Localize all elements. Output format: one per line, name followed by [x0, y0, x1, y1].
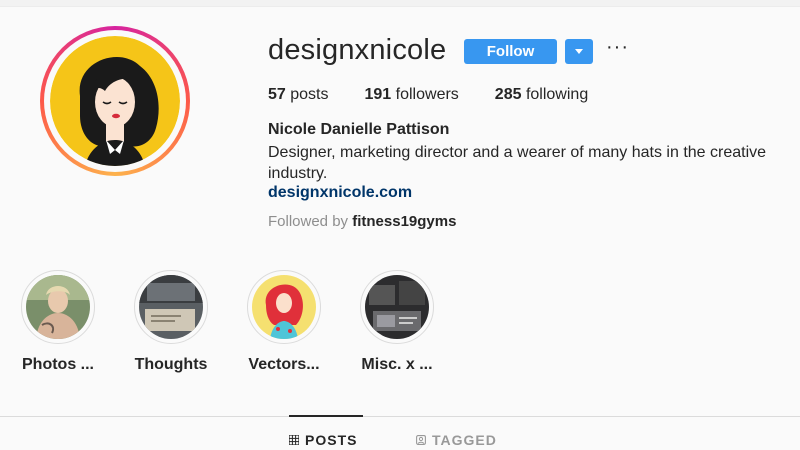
highlight-label: Vectors...: [248, 356, 320, 373]
profile-bio: Designer, marketing director and a weare…: [268, 144, 767, 182]
tab-divider: [0, 416, 800, 417]
following-stat[interactable]: 285 following: [495, 86, 588, 104]
follow-button[interactable]: Follow: [464, 39, 557, 64]
profile-avatar[interactable]: [40, 26, 190, 176]
highlight-label: Thoughts: [134, 356, 208, 373]
highlight-misc[interactable]: Misc. x ...: [342, 270, 452, 374]
followed-by: Followed by fitness19gyms: [268, 213, 456, 230]
followers-stat[interactable]: 191 followers: [365, 86, 459, 104]
tab-posts-label: POSTS: [305, 432, 358, 448]
posts-stat: 57 posts: [268, 86, 329, 104]
highlight-label: Photos ...: [22, 356, 94, 373]
followed-by-user[interactable]: fitness19gyms: [352, 213, 456, 230]
highlight-label: Misc. x ...: [361, 356, 433, 373]
profile-website-link[interactable]: designxnicole.com: [268, 184, 412, 202]
highlight-misc-thumbnail: [365, 275, 429, 339]
profile-full-name: Nicole Danielle Pattison: [268, 121, 450, 138]
tagged-person-icon: [416, 435, 426, 445]
avatar-illustration: [50, 36, 180, 166]
highlight-photos[interactable]: Photos ...: [3, 270, 113, 374]
posts-count: 57: [268, 86, 286, 103]
following-count: 285: [494, 86, 522, 103]
suggested-accounts-dropdown-button[interactable]: [565, 39, 593, 64]
tab-tagged-label: TAGGED: [432, 432, 497, 448]
following-label: following: [525, 86, 589, 103]
highlight-thoughts-thumbnail: [139, 275, 203, 339]
followers-label: followers: [395, 86, 459, 103]
posts-label: posts: [290, 86, 329, 103]
top-border: [0, 0, 800, 7]
profile-username: designxnicole: [268, 34, 447, 66]
followers-count: 191: [364, 86, 392, 103]
followed-by-prefix: Followed by: [268, 213, 353, 230]
highlight-vectors[interactable]: Vectors...: [229, 270, 339, 374]
chevron-down-icon: [575, 49, 583, 54]
profile-stats: 57 posts 191 followers 285 following: [268, 86, 624, 104]
grid-icon: [289, 435, 299, 445]
tab-posts[interactable]: POSTS: [289, 432, 357, 448]
highlight-vectors-thumbnail: [252, 275, 316, 339]
tab-active-indicator: [289, 415, 363, 417]
highlight-photos-thumbnail: [26, 275, 90, 339]
tab-tagged[interactable]: TAGGED: [416, 432, 497, 448]
more-options-icon[interactable]: ···: [606, 37, 629, 57]
highlight-thoughts[interactable]: Thoughts: [116, 270, 226, 374]
